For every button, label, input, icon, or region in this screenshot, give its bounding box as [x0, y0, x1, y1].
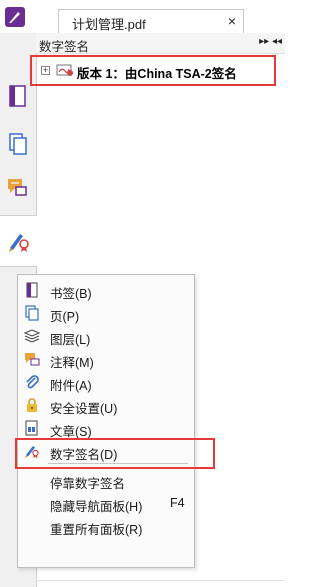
context-menu: 书签(B) 页(P) 图层(L) 注释(M) 附件(A) 安全设置(U) 文章(… [17, 274, 195, 568]
menu-highlight-box [15, 438, 215, 469]
document-tab-title: 计划管理.pdf [72, 17, 146, 32]
rail-digital-signature-button[interactable] [0, 215, 37, 267]
menu-item-label: 重置所有面板(R) [50, 523, 143, 537]
rail-comments-button[interactable] [0, 165, 36, 211]
menu-item-label: 附件(A) [50, 379, 92, 393]
menu-item-label: 安全设置(U) [50, 402, 118, 416]
attachment-icon [26, 375, 39, 389]
panel-collapse-buttons[interactable]: ▸▸ ◂◂ [259, 36, 282, 47]
pages-icon [25, 305, 39, 321]
menu-item-reset-panels[interactable]: 重置所有面板(R) [18, 515, 194, 538]
menu-item-label: 隐藏导航面板(H) [50, 500, 143, 514]
close-icon[interactable]: × [228, 13, 236, 29]
tab-bar: 计划管理.pdf × [0, 0, 285, 34]
signature-status-icon [56, 64, 73, 76]
comment-icon [8, 179, 27, 196]
article-icon [25, 420, 38, 436]
signature-icon [8, 234, 29, 252]
menu-item-shortcut: F4 [170, 496, 185, 510]
panel-header: 数字签名 ▸▸ ◂◂ [36, 33, 285, 54]
menu-item-security[interactable]: 安全设置(U) [18, 394, 194, 417]
menu-item-label: 页(P) [50, 310, 80, 324]
menu-item-bookmarks[interactable]: 书签(B) [18, 279, 194, 302]
panel-title: 数字签名 [39, 40, 90, 54]
menu-item-label: 图层(L) [50, 333, 91, 347]
menu-item-dock-signature[interactable]: 停靠数字签名 [18, 469, 194, 492]
menu-item-comments[interactable]: 注释(M) [18, 348, 194, 371]
comment-icon [25, 353, 40, 366]
expand-toggle[interactable]: + [41, 66, 50, 75]
signature-entry-label[interactable]: 版本 1：由China TSA-2签名 [77, 63, 237, 82]
panel-bottom-divider [36, 580, 285, 581]
document-tab[interactable]: 计划管理.pdf × [58, 9, 244, 33]
app-logo-icon[interactable] [5, 7, 25, 27]
menu-item-label: 书签(B) [50, 287, 92, 301]
lock-icon [27, 398, 37, 412]
pages-icon [9, 133, 27, 155]
menu-item-layers[interactable]: 图层(L) [18, 325, 194, 348]
menu-item-attachments[interactable]: 附件(A) [18, 371, 194, 394]
menu-item-label: 注释(M) [50, 356, 94, 370]
bookmark-icon [26, 282, 38, 298]
menu-item-hide-nav-panel[interactable]: 隐藏导航面板(H) F4 [18, 492, 194, 515]
menu-item-articles[interactable]: 文章(S) [18, 417, 194, 440]
page-thumbnail-icon [9, 85, 26, 107]
menu-item-label: 停靠数字签名 [50, 477, 126, 491]
menu-item-pages[interactable]: 页(P) [18, 302, 194, 325]
rail-pages-button[interactable] [0, 121, 36, 167]
layers-icon [24, 329, 40, 343]
